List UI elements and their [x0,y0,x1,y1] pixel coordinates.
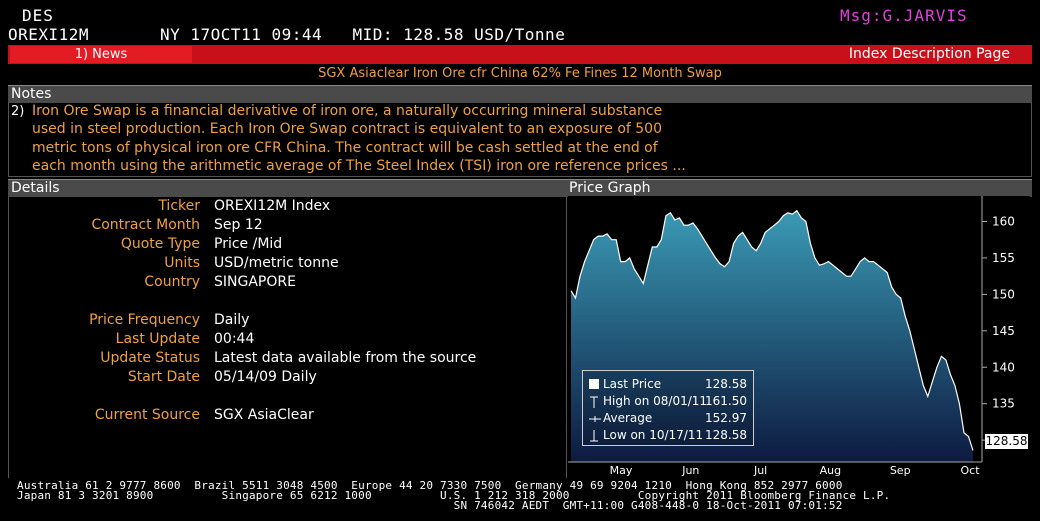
y-tick-label: 145 [992,324,1015,338]
notes-line: used in steel production. Each Iron Ore … [32,121,662,138]
legend-label: Low on 10/17/11 [603,428,704,442]
security-description: SGX Asiaclear Iron Ore cfr China 62% Fe … [318,66,722,81]
details-label: Ticker [158,198,200,214]
legend-average: Average 152.97 [587,411,749,427]
details-label: Units [164,255,200,271]
notes-line: metric tons of physical iron ore CFR Chi… [32,139,658,156]
average-icon [589,413,601,423]
details-value: Sep 12 [214,217,263,233]
notes-line: Iron Ore Swap is a financial derivative … [32,103,663,119]
notes-text[interactable]: Iron Ore Swap is a financial derivative … [32,102,712,175]
x-tick-label: Sep [890,464,911,477]
legend-label: Last Price [603,377,662,391]
legend-value: 128.58 [705,428,747,442]
details-value: USD/metric tonne [214,255,339,271]
legend-last-price: Last Price 128.58 [587,377,749,393]
page-title: Index Description Page [848,46,1010,62]
y-tick-label: 155 [992,251,1015,265]
details-value: 00:44 [214,331,255,347]
x-tick-label: Jul [753,464,767,477]
last-price-tag: 128.58 [985,434,1028,449]
legend-value: 161.50 [705,394,747,408]
footer-session: SN 746042 AEDT GMT+11:00 G408-448-0 18-O… [17,499,843,512]
details-label: Quote Type [120,236,200,252]
details-value: SINGAPORE [214,274,296,290]
security-line: OREXI12M NY 17OCT11 09:44 MID: 128.58 US… [8,25,565,44]
high-icon [589,396,599,408]
details-value: SGX AsiaClear [214,407,314,423]
command-line[interactable]: DES [22,6,54,25]
y-tick-label: 135 [992,397,1015,411]
notes-line: each month using the arithmetic average … [32,157,686,174]
details-label: Contract Month [91,217,200,233]
legend-label: Average [603,411,653,425]
details-header: Details [8,179,566,197]
details-value: Daily [214,312,250,328]
details-value: Price /Mid [214,236,283,252]
details-label: Update Status [100,350,200,366]
x-tick-label: Oct [960,464,980,477]
y-tick-label: 160 [992,215,1015,229]
location-time: NY 17OCT11 09:44 [160,25,323,44]
details-value: 05/14/09 Daily [214,369,317,385]
y-tick-label: 150 [992,287,1015,301]
y-tick-label: 140 [992,360,1015,374]
x-tick-label: Jun [681,464,699,477]
legend-value: 152.97 [705,411,747,425]
details-value: Latest data available from the source [214,350,477,366]
details-label: Country [144,274,200,290]
low-icon [589,430,599,442]
mid-price: MID: 128.58 USD/Tonne [352,25,566,44]
notes-header: Notes [8,85,1032,103]
price-graph-header: Price Graph [566,179,1032,197]
x-tick-label: May [610,464,633,477]
chart-legend: Last Price 128.58 High on 08/01/11 161.5… [582,370,754,446]
details-value: OREXI12M Index [214,198,331,214]
x-tick-label: Aug [820,464,841,477]
legend-low: Low on 10/17/11 128.58 [587,428,749,444]
message-indicator[interactable]: Msg:G.JARVIS [840,6,968,25]
details-label: Start Date [127,369,200,385]
legend-label: High on 08/01/11 [603,394,708,408]
legend-high: High on 08/01/11 161.50 [587,394,749,410]
details-label: Price Frequency [89,312,200,328]
details-label: Last Update [115,331,200,347]
news-tab[interactable]: 1) News [10,46,192,63]
details-label: Current Source [94,407,200,423]
notes-item-number[interactable]: 2) [11,104,24,119]
ticker-label: OREXI12M [8,25,90,44]
last-price-icon [589,379,599,389]
legend-value: 128.58 [705,377,747,391]
